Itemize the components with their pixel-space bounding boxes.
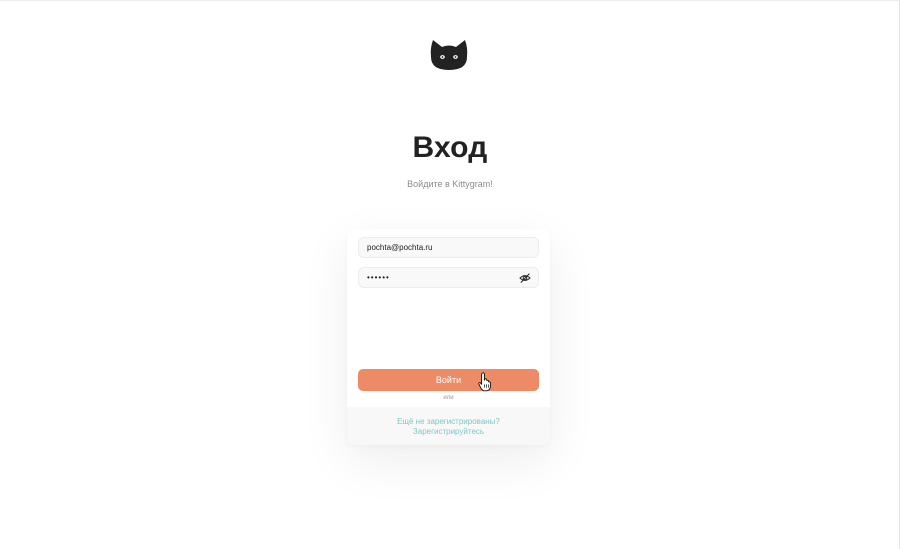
page-title: Вход [412, 131, 488, 164]
password-field-wrapper [358, 267, 539, 288]
or-divider-label: или [443, 395, 454, 401]
email-field[interactable] [358, 237, 539, 258]
hand-pointer-icon [478, 372, 491, 392]
register-link-line2: Зарегистрируйтесь [412, 427, 485, 436]
cat-head-icon [430, 40, 468, 70]
register-link-line1: Ещё не зарегистрированы? [397, 417, 500, 426]
login-card: Войти или Ещё не зарегистрированы? Зарег… [347, 229, 550, 445]
page-subtitle: Войдите в Kittygram! [407, 179, 493, 189]
eye-off-icon[interactable] [519, 272, 531, 284]
top-divider [0, 0, 900, 1]
password-field[interactable] [358, 267, 539, 288]
login-button[interactable]: Войти [358, 369, 539, 391]
register-link[interactable]: Ещё не зарегистрированы? Зарегистрируйте… [347, 417, 550, 437]
